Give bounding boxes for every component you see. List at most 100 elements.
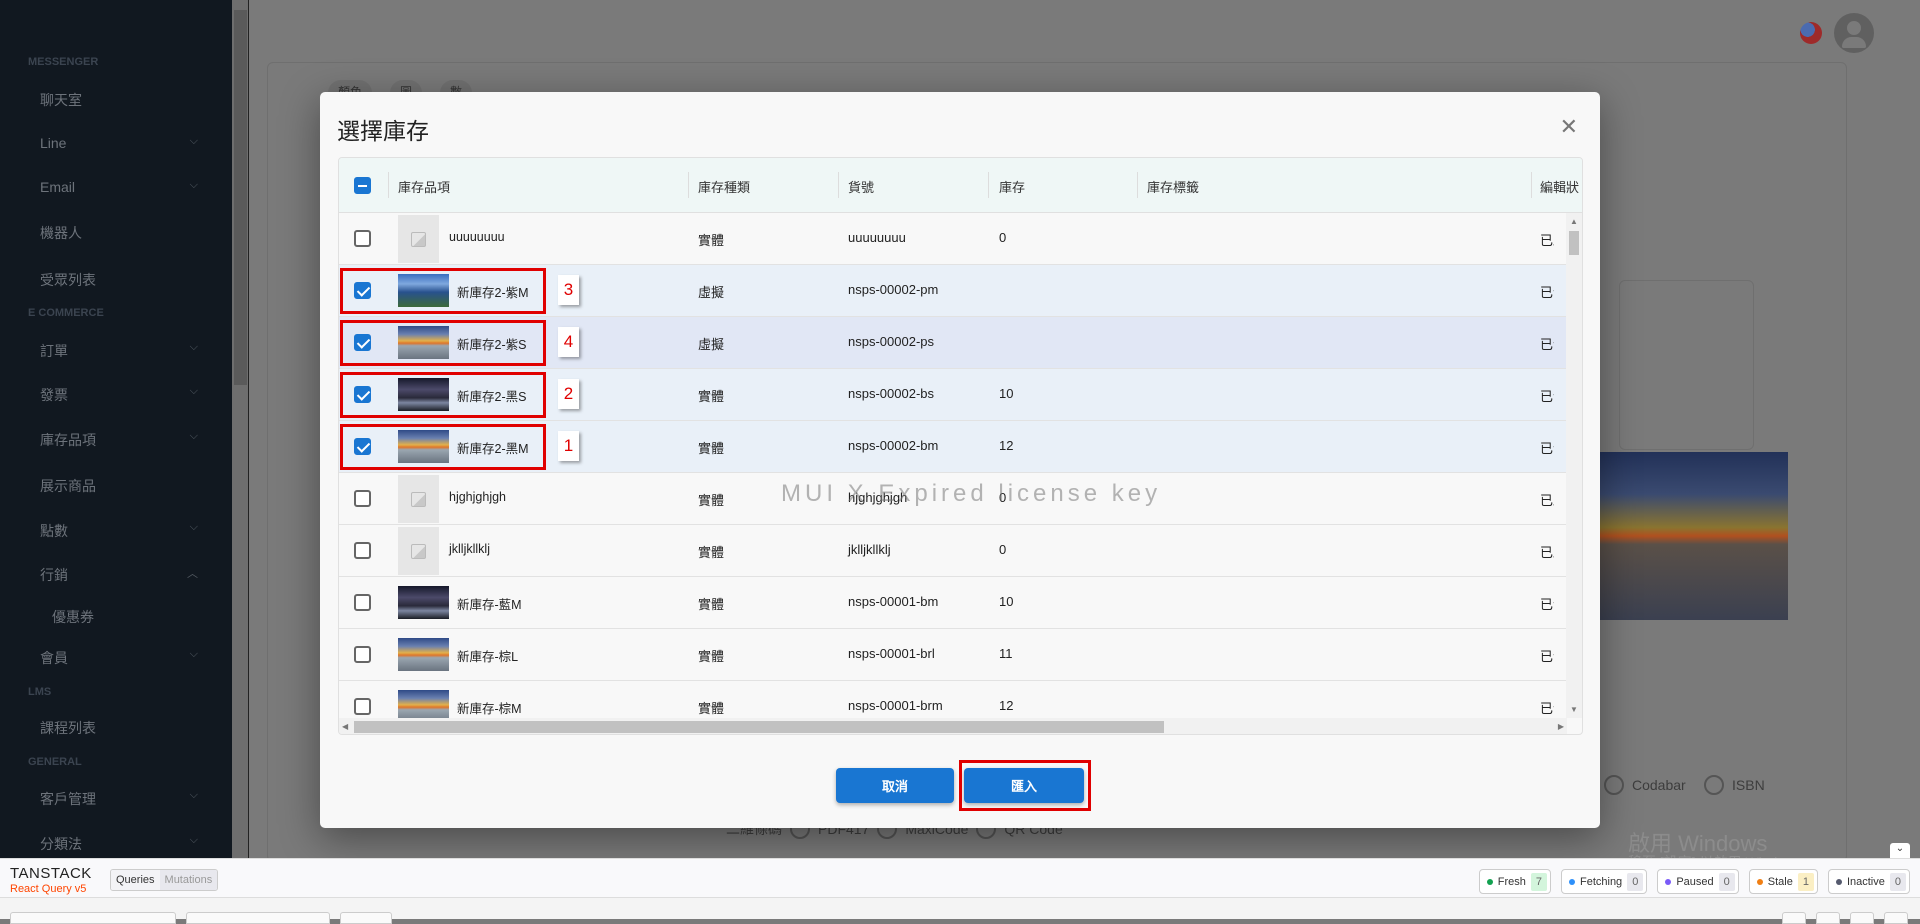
column-header-item[interactable]: 庫存品項	[398, 177, 450, 196]
devtools-button[interactable]	[1816, 912, 1840, 924]
row-checkbox[interactable]	[354, 438, 371, 455]
sidebar-scrollbar[interactable]	[232, 0, 249, 858]
cell-type: 實體	[698, 389, 725, 404]
column-header-edit-status[interactable]: 編輯狀	[1540, 177, 1582, 196]
status-badge-fetching[interactable]: Fetching 0	[1560, 869, 1648, 894]
scroll-right-icon[interactable]: ▶	[1558, 722, 1564, 731]
status-badge-stale[interactable]: Stale 1	[1748, 869, 1818, 894]
row-checkbox[interactable]	[354, 386, 371, 403]
sidebar-item[interactable]: 展示商品	[40, 476, 210, 496]
sidebar-item-label: 受眾列表	[40, 272, 96, 288]
devtools-toolbar	[0, 898, 1920, 924]
table-row[interactable]: uuuuuuuu 實體 uuuuuuuu 0 已歸	[339, 213, 1567, 265]
column-separator	[988, 172, 989, 198]
sidebar-item-label: 點數	[40, 523, 68, 539]
devtools-collapse-icon[interactable]: ⌄	[1890, 843, 1910, 859]
horizontal-scrollbar[interactable]: ◀ ▶	[339, 718, 1567, 734]
sidebar-item[interactable]: 行銷 ︿	[40, 565, 210, 585]
devtools-button[interactable]	[340, 912, 392, 924]
devtools-input[interactable]	[10, 912, 176, 924]
table-row[interactable]: 新庫存-棕M 實體 nsps-00001-brm 12 已發	[339, 681, 1567, 718]
annotation-number: 1	[558, 431, 579, 461]
column-separator	[388, 172, 389, 198]
sidebar-item[interactable]: 受眾列表	[40, 270, 210, 290]
row-checkbox[interactable]	[354, 542, 371, 559]
close-icon[interactable]: ✕	[1560, 114, 1578, 140]
sidebar-item[interactable]: 機器人	[40, 223, 210, 243]
status-count: 0	[1889, 872, 1906, 891]
scrollbar-thumb[interactable]	[234, 10, 247, 385]
scroll-left-icon[interactable]: ◀	[342, 722, 348, 731]
column-header-stock[interactable]: 庫存	[999, 177, 1025, 196]
devtools-button[interactable]	[1884, 912, 1908, 924]
row-checkbox[interactable]	[354, 230, 371, 247]
sidebar-item[interactable]: 發票 ⌵	[40, 385, 210, 405]
radio-codabar[interactable]: Codabar	[1604, 775, 1686, 795]
cancel-button[interactable]: 取消	[836, 768, 954, 803]
status-label: Paused	[1676, 875, 1714, 888]
row-checkbox[interactable]	[354, 490, 371, 507]
sidebar-item-label: Line	[40, 135, 67, 151]
cell-stock: 0	[999, 542, 1007, 557]
scrollbar-thumb[interactable]	[354, 721, 1164, 733]
cell-item-name: 新庫存2-紫M	[457, 286, 529, 300]
chevron-down-icon: ⌵	[189, 179, 198, 191]
status-badge-fresh[interactable]: Fresh 7	[1478, 869, 1551, 894]
devtools-logo[interactable]: TANSTACK	[10, 865, 92, 882]
devtools-select[interactable]	[186, 912, 330, 924]
tab-mutations[interactable]: Mutations	[159, 870, 218, 890]
cell-type: 實體	[698, 597, 725, 612]
select-all-checkbox[interactable]	[354, 177, 371, 194]
radio-isbn[interactable]: ISBN	[1704, 775, 1765, 795]
cell-edit-status: 已發	[1540, 701, 1554, 716]
cell-edit-status: 已發	[1540, 389, 1554, 404]
scroll-down-icon[interactable]: ▼	[1570, 705, 1578, 714]
sidebar-item[interactable]: 客戶管理 ⌵	[40, 789, 210, 809]
sidebar-item[interactable]: Email ⌵	[40, 179, 210, 195]
cell-item-name: 新庫存2-黑M	[457, 442, 529, 456]
cell-item-name: 新庫存-棕L	[457, 650, 519, 664]
status-badge-paused[interactable]: Paused 0	[1657, 869, 1739, 894]
status-badge-inactive[interactable]: Inactive 0	[1827, 869, 1910, 894]
sidebar-item[interactable]: 分類法 ⌵	[40, 834, 210, 854]
devtools-button[interactable]	[1850, 912, 1874, 924]
sidebar-item[interactable]: 聊天室	[40, 90, 210, 110]
sidebar-item[interactable]: 課程列表	[40, 718, 210, 738]
table-row[interactable]: 新庫存2-黑S 實體 nsps-00002-bs 10 已發 2	[339, 369, 1567, 421]
column-header-tags[interactable]: 庫存標籤	[1147, 177, 1199, 196]
table-row[interactable]: 新庫存-棕L 實體 nsps-00001-brl 11 已發	[339, 629, 1567, 681]
column-header-sku[interactable]: 貨號	[848, 177, 874, 196]
column-header-type[interactable]: 庫存種類	[698, 177, 750, 196]
cell-edit-status: 已發	[1540, 597, 1554, 612]
vertical-scrollbar[interactable]: ▲ ▼	[1566, 213, 1582, 718]
cell-sku: nsps-00001-brl	[848, 646, 935, 661]
table-row[interactable]: 新庫存2-黑M 實體 nsps-00002-bm 12 已發 1	[339, 421, 1567, 473]
tab-queries[interactable]: Queries	[111, 870, 160, 890]
chevron-down-icon: ⌵	[189, 430, 198, 442]
sidebar-item[interactable]: 庫存品項 ⌵	[40, 430, 210, 450]
sidebar-item[interactable]: Line ⌵	[40, 135, 210, 151]
row-checkbox[interactable]	[354, 334, 371, 351]
table-row[interactable]: 新庫存2-紫M 虛擬 nsps-00002-pm 已發 3	[339, 265, 1567, 317]
row-checkbox[interactable]	[354, 646, 371, 663]
table-row[interactable]: hjghjghjgh 實體 hjghjghjgh 0 已歸	[339, 473, 1567, 525]
row-checkbox[interactable]	[354, 698, 371, 715]
sidebar-item[interactable]: 訂單 ⌵	[40, 341, 210, 361]
scroll-up-icon[interactable]: ▲	[1570, 217, 1578, 226]
table-row[interactable]: 新庫存2-紫S 虛擬 nsps-00002-ps 已發 4	[339, 317, 1567, 369]
user-avatar[interactable]	[1834, 13, 1874, 53]
row-checkbox[interactable]	[354, 282, 371, 299]
table-row[interactable]: jklljkllklj 實體 jklljkllklj 0 已歸	[339, 525, 1567, 577]
image-placeholder-icon	[398, 475, 439, 523]
cell-stock: 12	[999, 698, 1014, 713]
scrollbar-thumb[interactable]	[1569, 231, 1579, 255]
sidebar-item[interactable]: 點數 ⌵	[40, 521, 210, 541]
language-flag-icon[interactable]	[1800, 22, 1822, 44]
image-placeholder-icon	[398, 527, 439, 575]
devtools-button[interactable]	[1782, 912, 1806, 924]
sidebar-item[interactable]: 會員 ⌵	[40, 648, 210, 668]
sidebar-subitem[interactable]: 優惠券	[52, 607, 222, 627]
table-row[interactable]: 新庫存-藍M 實體 nsps-00001-bm 10 已發	[339, 577, 1567, 629]
cell-stock: 11	[999, 646, 1013, 661]
row-checkbox[interactable]	[354, 594, 371, 611]
